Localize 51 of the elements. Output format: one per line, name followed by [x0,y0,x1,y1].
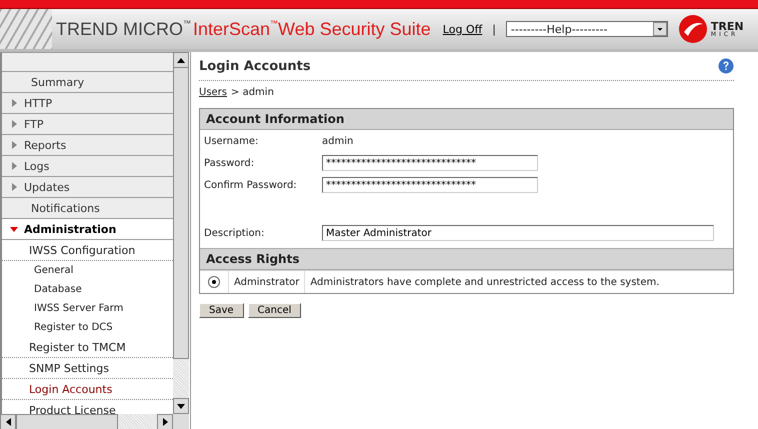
caret-right-icon [10,162,18,170]
field-label: Description: [204,228,266,238]
sidebar-item[interactable]: HTTP [2,93,173,114]
caret-down-icon [10,225,18,233]
password-field[interactable]: ****************************** [322,155,538,171]
scroll-up-icon[interactable] [177,58,185,62]
logo-icon [678,14,708,44]
scrollbar-corner [173,414,189,429]
sidebar-item[interactable]: Logs [2,156,173,177]
field-label: Username: [204,136,260,146]
scroll-left-icon[interactable] [6,418,10,426]
section-heading: Access Rights [200,248,733,270]
sidebar-item[interactable]: General [2,261,173,280]
sidebar-item[interactable]: Reports [2,135,173,156]
caret-right-icon [10,183,18,191]
help-dropdown[interactable]: ---------Help--------- [506,21,668,37]
field-label: Confirm Password: [204,180,298,190]
caret-right-icon [10,141,18,149]
caret-right-icon [10,120,18,128]
save-button[interactable]: Save [199,303,244,318]
horizontal-scrollbar[interactable] [0,414,173,429]
logoff-link[interactable]: Log Off [442,22,482,36]
vertical-scrollbar[interactable] [173,52,189,414]
username-value: admin [322,136,354,146]
product-name: InterScan™Web Security Suite [193,18,431,40]
sidebar-item[interactable]: Notifications [2,198,173,219]
field-label: Password: [204,158,256,168]
sidebar-item[interactable]: Updates [2,177,173,198]
caret-right-icon [10,99,18,107]
confirm-password-field[interactable]: ****************************** [322,177,538,193]
sidebar-item[interactable]: IWSS Server Farm [2,299,173,318]
brand-name: TREND MICRO™ [56,18,191,40]
radio-button[interactable] [208,276,220,288]
section-heading: Account Information [200,109,733,130]
sidebar-item[interactable]: Register to DCS [2,318,173,337]
role-description: Administrators have complete and unrestricted access to the system. [309,276,660,290]
breadcrumb-current: > admin [231,87,274,98]
header-pattern [0,9,52,49]
cancel-button[interactable]: Cancel [248,303,302,318]
logo-text: TREN [710,20,744,32]
help-icon[interactable] [718,58,734,74]
scroll-right-icon[interactable] [162,418,168,426]
sidebar-item[interactable]: Summary [2,72,173,93]
sidebar-item[interactable]: FTP [2,114,173,135]
role-name: Adminstrator [229,271,306,293]
scroll-down-icon[interactable] [177,404,185,408]
page-title: Login Accounts [199,58,311,74]
breadcrumb-link[interactable]: Users [199,87,228,98]
separator: | [492,22,496,36]
sidebar-item[interactable]: Database [2,280,173,299]
description-field[interactable]: Master Administrator [322,225,714,241]
